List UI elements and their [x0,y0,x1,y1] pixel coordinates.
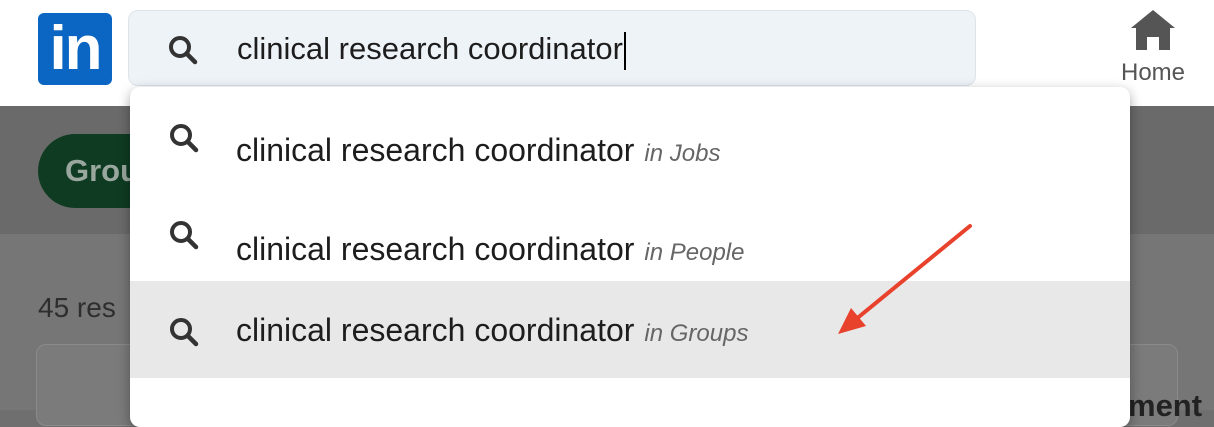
annotation-arrow [838,224,972,334]
